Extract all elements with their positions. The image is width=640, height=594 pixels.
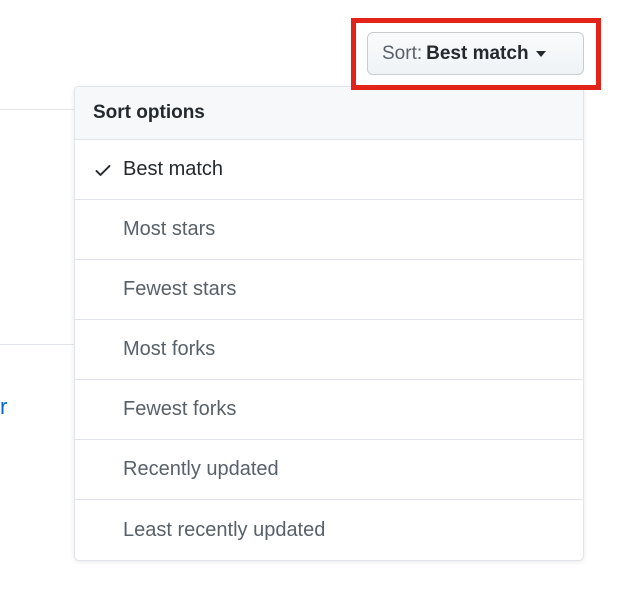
sort-option-least-recently-updated[interactable]: Least recently updated (75, 500, 583, 560)
check-icon (93, 160, 113, 180)
sort-option-best-match[interactable]: Best match (75, 140, 583, 200)
background-text: r (0, 394, 7, 420)
sort-option-fewest-forks[interactable]: Fewest forks (75, 380, 583, 440)
sort-option-most-forks[interactable]: Most forks (75, 320, 583, 380)
check-slot (93, 160, 123, 180)
sort-option-label: Most forks (123, 338, 215, 361)
sort-option-label: Best match (123, 158, 223, 181)
sort-option-recently-updated[interactable]: Recently updated (75, 440, 583, 500)
annotation-highlight (351, 18, 601, 90)
sort-option-most-stars[interactable]: Most stars (75, 200, 583, 260)
dropdown-header: Sort options (75, 87, 583, 140)
sort-option-label: Fewest stars (123, 278, 236, 301)
sort-option-label: Fewest forks (123, 398, 236, 421)
page-separator (0, 109, 74, 110)
page-separator (0, 344, 74, 345)
sort-option-label: Recently updated (123, 458, 279, 481)
sort-option-label: Most stars (123, 218, 215, 241)
sort-options-dropdown: Sort options Best match Most stars Fewes… (74, 86, 584, 561)
sort-option-fewest-stars[interactable]: Fewest stars (75, 260, 583, 320)
sort-option-label: Least recently updated (123, 519, 325, 542)
